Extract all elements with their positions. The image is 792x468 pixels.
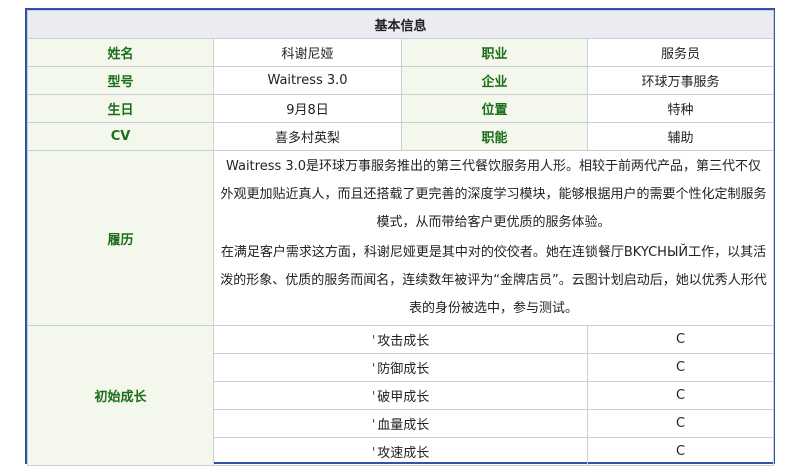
growth-label: 血量成长	[377, 418, 430, 433]
growth-prefix: '	[371, 390, 376, 405]
label-company: 企业	[401, 66, 588, 95]
resume-row: 履历 Waitress 3.0是环球万事服务推出的第三代餐饮服务用人形。相较于前…	[27, 150, 775, 326]
label-position: 位置	[401, 94, 588, 123]
resume-text: Waitress 3.0是环球万事服务推出的第三代餐饮服务用人形。相较于前两代产…	[212, 150, 775, 326]
growth-name-armor-break: ' 破甲成长	[213, 381, 588, 410]
value-company: 环球万事服务	[586, 66, 775, 95]
label-role: 职能	[401, 122, 588, 151]
growth-grade-attack-speed: C	[586, 437, 775, 466]
value-model: Waitress 3.0	[213, 66, 402, 95]
growth-prefix: '	[371, 418, 376, 433]
label-birthday: 生日	[27, 94, 214, 123]
growth-label: 防御成长	[377, 362, 430, 377]
table-header-title: 基本信息	[26, 10, 775, 39]
info-table: 基本信息 姓名 科谢尼娅 职业 服务员 型号 Waitress 3.0 企业 环…	[26, 10, 775, 466]
growth-name-attack-speed: ' 攻速成长	[213, 437, 588, 466]
label-resume: 履历	[27, 150, 214, 326]
growth-prefix: '	[371, 334, 376, 349]
label-model: 型号	[27, 66, 214, 95]
growth-label: 攻速成长	[377, 446, 430, 461]
value-birthday: 9月8日	[213, 94, 402, 123]
value-cv: 喜多村英梨	[213, 122, 402, 151]
growth-name-attack: ' 攻击成长	[213, 325, 588, 354]
resume-paragraph-1: Waitress 3.0是环球万事服务推出的第三代餐饮服务用人形。相较于前两代产…	[220, 159, 767, 230]
growth-name-hp: ' 血量成长	[213, 409, 588, 438]
growth-prefix: '	[371, 446, 376, 461]
info-row-model: 型号 Waitress 3.0 企业 环球万事服务	[27, 66, 775, 95]
growth-grade-hp: C	[586, 409, 775, 438]
label-growth: 初始成长	[27, 325, 214, 466]
growth-grade-attack: C	[586, 325, 775, 354]
info-row-name: 姓名 科谢尼娅 职业 服务员	[27, 38, 775, 67]
growth-grade-armor-break: C	[586, 381, 775, 410]
character-info-panel: 基本信息 姓名 科谢尼娅 职业 服务员 型号 Waitress 3.0 企业 环…	[25, 8, 775, 466]
label-name: 姓名	[27, 38, 214, 67]
label-occupation: 职业	[401, 38, 588, 67]
value-role: 辅助	[586, 122, 775, 151]
growth-label: 破甲成长	[377, 390, 430, 405]
label-cv: CV	[27, 122, 214, 151]
value-occupation: 服务员	[586, 38, 775, 67]
growth-row: 初始成长 ' 攻击成长 C	[27, 325, 775, 466]
growth-name-defense: ' 防御成长	[213, 353, 588, 382]
info-row-birthday: 生日 9月8日 位置 特种	[27, 94, 775, 123]
value-name: 科谢尼娅	[213, 38, 402, 67]
growth-label: 攻击成长	[377, 334, 430, 349]
value-position: 特种	[586, 94, 775, 123]
info-row-cv: CV 喜多村英梨 职能 辅助	[27, 122, 775, 151]
resume-paragraph-2: 在满足客户需求这方面，科谢尼娅更是其中对的佼佼者。她在连锁餐厅BKYCHЫЙ工作…	[220, 245, 767, 316]
growth-prefix: '	[371, 362, 376, 377]
growth-grade-defense: C	[586, 353, 775, 382]
